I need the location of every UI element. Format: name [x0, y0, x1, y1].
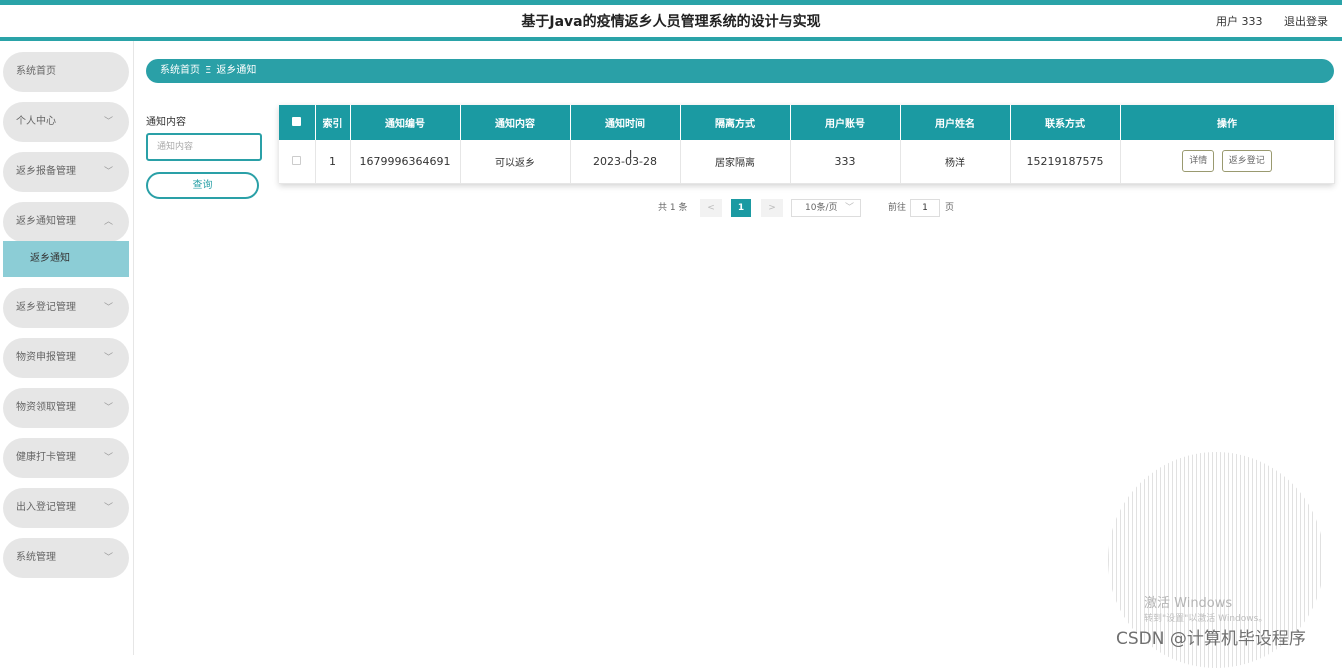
header: 基于Java的疫情返乡人员管理系统的设计与实现 用户 333 退出登录: [0, 5, 1342, 37]
table-header-row: 索引 通知编号 通知内容 通知时间 隔离方式 用户账号 用户姓名 联系方式 操作: [279, 105, 1335, 140]
pagination-total: 共 1 条: [658, 203, 688, 213]
breadcrumb: 系统首页 Ξ 返乡通知: [146, 59, 1334, 83]
sidebar-item-health-checkin[interactable]: 健康打卡管理 ﹀: [3, 438, 129, 478]
next-page-button[interactable]: >: [761, 199, 783, 217]
breadcrumb-current: 返乡通知: [216, 65, 257, 76]
cell-time: 2023-03-28: [570, 140, 681, 184]
sidebar-item-label: 出入登记管理: [16, 502, 76, 513]
sidebar-item-label: 健康打卡管理: [16, 452, 76, 463]
sidebar-item-label: 返乡报备管理: [16, 166, 76, 177]
sidebar-item-supply-pickup[interactable]: 物资领取管理 ﹀: [3, 388, 129, 428]
cell-isolation: 居家隔离: [680, 140, 791, 184]
sidebar-item-label: 返乡通知管理: [16, 216, 76, 227]
sidebar-item-label: 物资领取管理: [16, 402, 76, 413]
prev-page-button[interactable]: <: [700, 199, 722, 217]
header-user-area: 用户 333 退出登录: [1198, 13, 1328, 29]
sidebar-item-system-management[interactable]: 系统管理 ﹀: [3, 538, 129, 578]
chevron-up-icon: ︿: [103, 217, 113, 227]
sidebar-item-personal-center[interactable]: 个人中心 ﹀: [3, 102, 129, 142]
sidebar-item-home[interactable]: 系统首页: [3, 52, 129, 92]
sidebar-subitem-return-notice[interactable]: 返乡通知: [3, 241, 129, 277]
search-input[interactable]: [146, 133, 262, 161]
sidebar-item-label: 系统管理: [16, 552, 56, 563]
windows-activation-notice: 激活 Windows: [1144, 596, 1233, 611]
breadcrumb-separator-icon: Ξ: [205, 65, 212, 76]
logout-link[interactable]: 退出登录: [1284, 15, 1328, 28]
goto-page-input[interactable]: 1: [910, 199, 940, 217]
chevron-down-icon: ﹀: [103, 167, 113, 177]
detail-button[interactable]: 详情: [1182, 150, 1215, 173]
chevron-down-icon: ﹀: [103, 117, 113, 127]
chevron-down-icon: ﹀: [103, 503, 113, 513]
header-divider: [0, 37, 1342, 41]
search-label: 通知内容: [146, 117, 186, 128]
chevron-down-icon: ﹀: [103, 353, 113, 363]
current-user: 用户 333: [1216, 15, 1263, 28]
column-header: 索引: [315, 105, 351, 140]
cell-phone: 15219187575: [1010, 140, 1121, 184]
cell-content: 可以返乡: [460, 140, 571, 184]
sidebar-item-supply-application[interactable]: 物资申报管理 ﹀: [3, 338, 129, 378]
sidebar-item-label: 系统首页: [16, 66, 56, 77]
chevron-down-icon: ﹀: [103, 553, 113, 563]
chevron-down-icon: ﹀: [103, 403, 113, 413]
sidebar-item-return-notice[interactable]: 返乡通知管理 ︿: [3, 202, 129, 242]
breadcrumb-home[interactable]: 系统首页: [160, 65, 200, 76]
page-suffix: 页: [945, 203, 955, 213]
cell-index: 1: [315, 140, 351, 184]
sidebar-item-label: 物资申报管理: [16, 352, 76, 363]
notice-table: 索引 通知编号 通知内容 通知时间 隔离方式 用户账号 用户姓名 联系方式 操作…: [279, 105, 1335, 184]
column-header: 通知时间: [570, 105, 681, 140]
search-button[interactable]: 查询: [146, 172, 259, 199]
chevron-down-icon: ﹀: [844, 203, 854, 213]
sidebar: 系统首页 个人中心 ﹀ 返乡报备管理 ﹀ 返乡通知管理 ︿ 返乡通知 返乡登记管…: [0, 41, 134, 655]
row-checkbox[interactable]: [292, 155, 302, 165]
return-register-button[interactable]: 返乡登记: [1221, 150, 1272, 173]
sidebar-item-label: 返乡登记管理: [16, 302, 76, 313]
column-header: 通知编号: [350, 105, 461, 140]
table-row: 1 1679996364691 可以返乡 2023-03-28 居家隔离 333…: [279, 140, 1335, 184]
cell-actions: 详情 返乡登记: [1120, 140, 1335, 184]
text-cursor-icon: I: [629, 148, 633, 161]
sidebar-item-label: 个人中心: [16, 116, 56, 127]
column-header: 通知内容: [460, 105, 571, 140]
chevron-down-icon: ﹀: [103, 453, 113, 463]
page-size-select[interactable]: 10条/页 ﹀: [791, 199, 861, 217]
select-all-cell[interactable]: [279, 105, 316, 140]
sidebar-item-return-registration[interactable]: 返乡登记管理 ﹀: [3, 288, 129, 328]
row-select-cell[interactable]: [279, 140, 316, 184]
csdn-watermark: CSDN @计算机毕设程序: [1116, 629, 1306, 649]
sidebar-item-return-report[interactable]: 返乡报备管理 ﹀: [3, 152, 129, 192]
page-size-value: 10条/页: [805, 203, 838, 213]
sidebar-subitem-label: 返乡通知: [30, 253, 70, 264]
chevron-down-icon: ﹀: [103, 303, 113, 313]
column-header: 联系方式: [1010, 105, 1121, 140]
column-header: 用户账号: [790, 105, 901, 140]
column-header: 操作: [1120, 105, 1335, 140]
column-header: 隔离方式: [680, 105, 791, 140]
page-number-current[interactable]: 1: [731, 199, 751, 217]
goto-label: 前往: [888, 203, 907, 213]
cell-name: 杨洋: [900, 140, 1011, 184]
cell-notice-no: 1679996364691: [350, 140, 461, 184]
cell-account: 333: [790, 140, 901, 184]
column-header: 用户姓名: [900, 105, 1011, 140]
select-all-checkbox[interactable]: [292, 116, 302, 126]
sidebar-item-entry-exit[interactable]: 出入登记管理 ﹀: [3, 488, 129, 528]
windows-activation-hint: 转到"设置"以激活 Windows。: [1144, 614, 1268, 624]
page-title: 基于Java的疫情返乡人员管理系统的设计与实现: [521, 14, 821, 30]
